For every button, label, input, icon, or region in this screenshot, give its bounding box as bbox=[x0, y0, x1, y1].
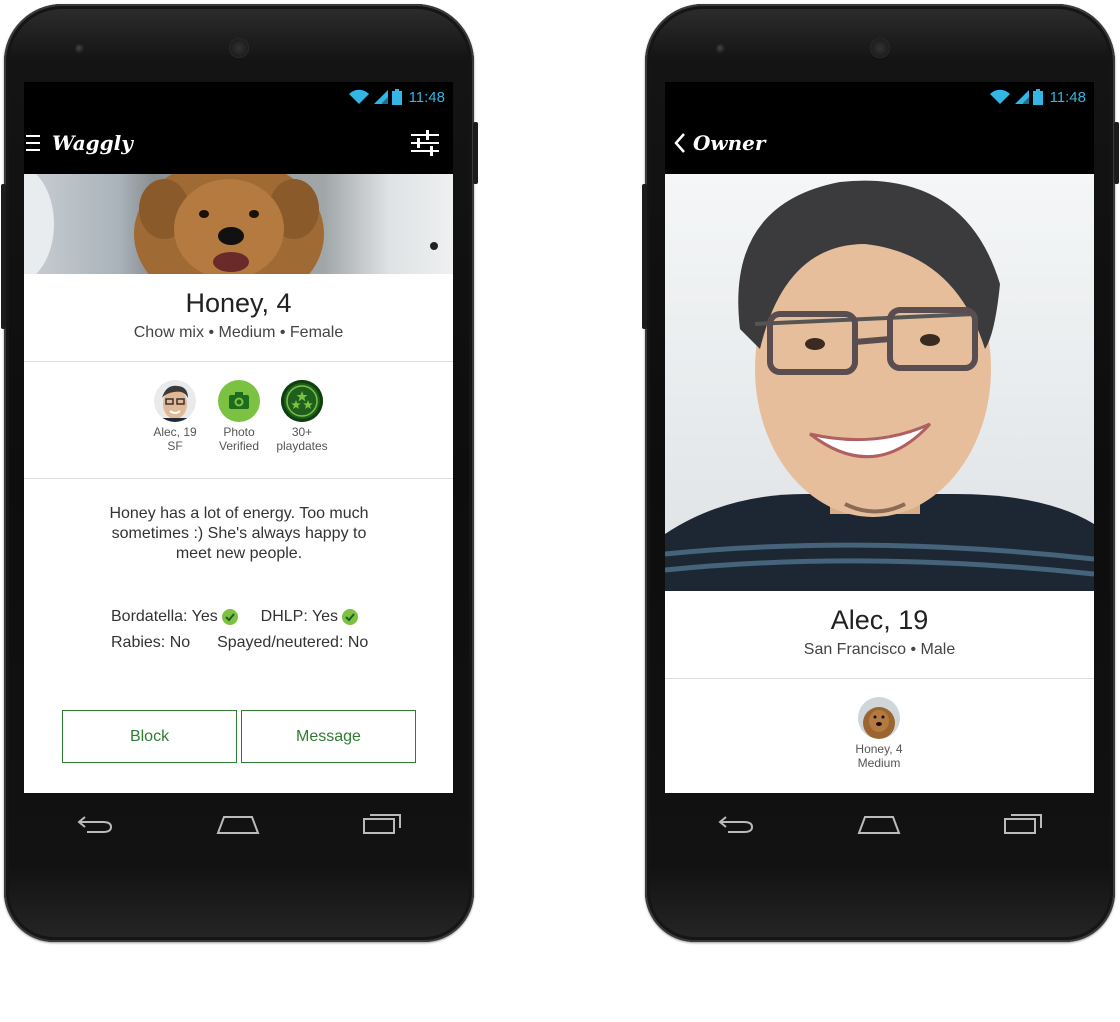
dog-name-age: Honey, 4 bbox=[185, 288, 292, 318]
photo-badge-line1: Photo bbox=[223, 425, 255, 439]
dog-face-illustration bbox=[24, 174, 438, 274]
dog-size: Medium bbox=[218, 324, 276, 341]
dog-details: Chow mix • Medium • Female bbox=[24, 324, 453, 342]
separator-dot: • bbox=[279, 324, 290, 341]
block-button[interactable]: Block bbox=[62, 710, 237, 763]
vaccine-row-2: Rabies: No Spayed/neutered: No bbox=[111, 634, 368, 652]
camera-icon bbox=[229, 392, 249, 409]
battery-icon bbox=[391, 89, 402, 105]
dog-breed: Chow mix bbox=[133, 324, 204, 341]
separator-dot: • bbox=[910, 641, 921, 658]
stars-icon bbox=[286, 385, 318, 417]
signal-icon bbox=[1014, 90, 1029, 104]
divider bbox=[665, 678, 1094, 679]
message-button[interactable]: Message bbox=[241, 710, 416, 763]
dog-photo bbox=[24, 174, 453, 274]
divider bbox=[24, 478, 453, 479]
owner-name-age: Alec, 19 bbox=[830, 605, 929, 635]
screen-dog-profile: 11:48 Waggly Honey, 4 Chow mix • Medium … bbox=[24, 82, 453, 793]
owner-city: San Francisco bbox=[803, 641, 907, 658]
owner-details: San Francisco • Male bbox=[665, 641, 1094, 659]
app-title: Waggly bbox=[52, 131, 133, 155]
owner-badge-line1: Alec, 19 bbox=[153, 425, 197, 439]
stars-badge-circle bbox=[281, 380, 323, 422]
separator-dot: • bbox=[208, 324, 219, 341]
pet-badge[interactable]: Honey, 4 Medium bbox=[844, 697, 914, 770]
battery-icon bbox=[1032, 89, 1043, 105]
volume-button bbox=[1, 184, 6, 329]
hamburger-icon[interactable] bbox=[26, 133, 40, 153]
status-bar: 11:48 bbox=[24, 82, 453, 112]
spayed-status: Spayed/neutered: No bbox=[217, 634, 369, 651]
sliders-icon[interactable] bbox=[411, 129, 439, 157]
owner-avatar bbox=[154, 380, 196, 422]
dog-sex: Female bbox=[289, 324, 344, 341]
phone-right: 11:48 Owner Alec, 19 San Francisco • Mal… bbox=[642, 4, 1119, 942]
power-button bbox=[473, 122, 478, 184]
owner-portrait-illustration bbox=[665, 180, 1094, 591]
earpiece-speaker bbox=[229, 38, 249, 58]
pet-badge-line1: Honey, 4 bbox=[855, 742, 903, 756]
photo-badge-line2: Verified bbox=[218, 439, 260, 453]
system-nav-bar bbox=[665, 793, 1094, 853]
bordatella-status: Bordatella: Yes bbox=[111, 608, 218, 625]
playdates-badge-line2: playdates bbox=[276, 439, 328, 453]
chevron-left-icon[interactable] bbox=[673, 132, 687, 154]
front-camera bbox=[716, 44, 726, 54]
nav-home-icon[interactable] bbox=[857, 811, 901, 835]
action-bar: Owner bbox=[665, 112, 1094, 174]
playdates-badge[interactable]: 30+ playdates bbox=[267, 380, 337, 453]
camera-badge-circle bbox=[218, 380, 260, 422]
pet-avatar bbox=[858, 697, 900, 739]
pet-badge-line2: Medium bbox=[857, 756, 901, 770]
signal-icon bbox=[373, 90, 388, 104]
volume-button bbox=[642, 184, 647, 329]
nav-home-icon[interactable] bbox=[216, 811, 260, 835]
system-nav-bar bbox=[24, 793, 453, 853]
check-icon bbox=[221, 608, 238, 625]
status-bar: 11:48 bbox=[665, 82, 1094, 112]
dhlp-status: DHLP: Yes bbox=[260, 608, 339, 625]
check-icon bbox=[342, 608, 359, 625]
phone-left: 11:48 Waggly Honey, 4 Chow mix • Medium … bbox=[1, 4, 478, 942]
nav-recents-icon[interactable] bbox=[362, 811, 402, 835]
nav-recents-icon[interactable] bbox=[1003, 811, 1043, 835]
owner-sex: Male bbox=[920, 641, 956, 658]
nav-back-icon[interactable] bbox=[75, 811, 115, 835]
owner-badge[interactable]: Alec, 19 SF bbox=[140, 380, 210, 453]
playdates-badge-line1: 30+ bbox=[291, 425, 313, 439]
wifi-icon bbox=[989, 89, 1010, 104]
back-title[interactable]: Owner bbox=[693, 131, 765, 155]
photo-verified-badge[interactable]: Photo Verified bbox=[204, 380, 274, 453]
owner-photo bbox=[665, 174, 1094, 591]
earpiece-speaker bbox=[870, 38, 890, 58]
vaccine-row-1: Bordatella: Yes DHLP: Yes bbox=[111, 608, 359, 626]
status-time: 11:48 bbox=[408, 88, 445, 106]
dog-bio: Honey has a lot of energy. Too much some… bbox=[109, 505, 369, 562]
divider bbox=[24, 361, 453, 362]
rabies-status: Rabies: No bbox=[111, 634, 191, 651]
screen-owner-profile: 11:48 Owner Alec, 19 San Francisco • Mal… bbox=[665, 82, 1094, 793]
power-button bbox=[1114, 122, 1119, 184]
action-bar: Waggly bbox=[24, 112, 453, 174]
status-time: 11:48 bbox=[1049, 88, 1086, 106]
nav-back-icon[interactable] bbox=[716, 811, 756, 835]
front-camera bbox=[75, 44, 85, 54]
wifi-icon bbox=[348, 89, 369, 104]
owner-badge-line2: SF bbox=[167, 439, 183, 453]
